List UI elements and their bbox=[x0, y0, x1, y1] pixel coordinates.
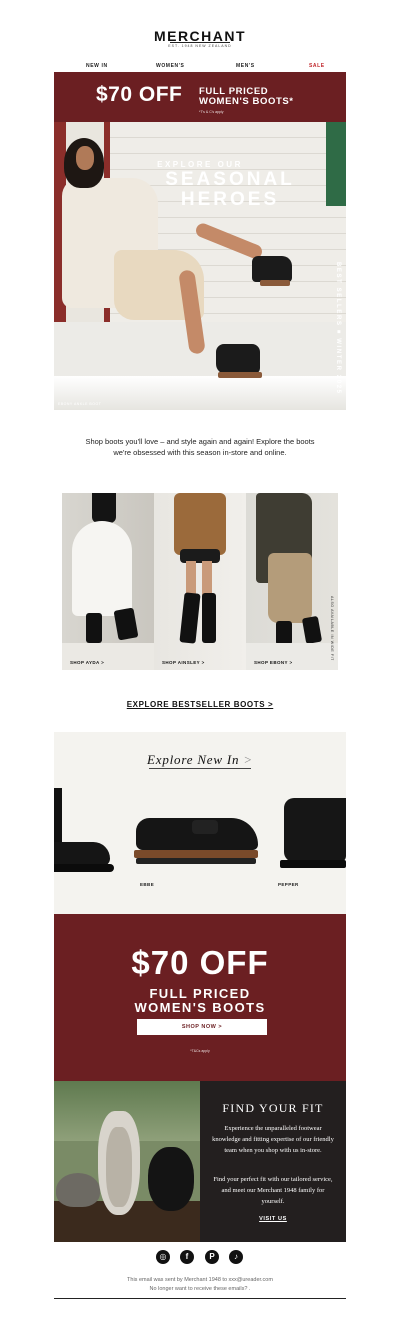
shop-now-button[interactable]: SHOP NOW > bbox=[137, 1019, 267, 1035]
black-ballet-flat bbox=[148, 1147, 194, 1211]
hero-title: SEASONAL HEROES bbox=[114, 170, 346, 210]
offer-amount: $70 OFF bbox=[131, 944, 269, 981]
offer-terms: *T&Cs apply bbox=[190, 1049, 210, 1053]
shoe-insole bbox=[106, 1127, 132, 1207]
model-jacket bbox=[174, 493, 226, 555]
explore-bestseller-link[interactable]: EXPLORE BESTSELLER BOOTS > bbox=[0, 700, 400, 709]
product-label-ebbe[interactable]: EBBE bbox=[140, 882, 154, 887]
hero-vertical-text: BEST SELLERS ■ WINTER 2025 bbox=[331, 262, 343, 402]
offer-line-1: FULL PRICED bbox=[149, 986, 251, 1001]
banner-line-2: WOMEN'S BOOTS* bbox=[199, 96, 294, 107]
product-panel-ayda[interactable]: SHOP AYDA > bbox=[62, 493, 154, 670]
banner-terms: *T's & C's apply bbox=[199, 110, 224, 114]
wide-fit-vertical: ALSO AVAILABLE IN WIDE FIT bbox=[328, 596, 336, 666]
hero-vertical-label: BEST SELLERS ■ WINTER 2025 bbox=[335, 262, 341, 395]
model-leg bbox=[202, 561, 212, 595]
chevron-right-icon[interactable]: > bbox=[243, 752, 253, 767]
footer-unsubscribe[interactable]: No longer want to receive these emails? … bbox=[0, 1286, 400, 1292]
shop-ainsley-link[interactable]: SHOP AINSLEY > bbox=[162, 660, 205, 665]
panel-floor bbox=[246, 643, 338, 670]
offer-line-2: WOMEN'S BOOTS bbox=[134, 1000, 266, 1015]
hero-image[interactable]: EXPLORE OUR SEASONAL HEROES EBONY ANKLE … bbox=[54, 122, 346, 410]
product-panel-ebony[interactable]: SHOP EBONY > bbox=[246, 493, 338, 670]
boot-sole bbox=[54, 864, 114, 872]
boot-body bbox=[54, 842, 110, 866]
banner-amount: $70 OFF bbox=[96, 83, 183, 106]
wide-fit-label: ALSO AVAILABLE IN WIDE FIT bbox=[330, 596, 334, 661]
fit-paragraph-1: Experience the unparalleled footwear kno… bbox=[212, 1125, 334, 1154]
panel-floor bbox=[62, 643, 154, 670]
boot-sole bbox=[260, 280, 290, 286]
boot-sole bbox=[280, 860, 346, 868]
nav-new-in[interactable]: NEW IN bbox=[86, 63, 108, 69]
top-offer-banner[interactable]: $70 OFF FULL PRICED WOMEN'S BOOTS* *T's … bbox=[54, 72, 346, 122]
hero-eyebrow: EXPLORE OUR bbox=[157, 160, 243, 169]
shop-ebony-link[interactable]: SHOP EBONY > bbox=[254, 660, 293, 665]
hero-title-line-2: HEROES bbox=[180, 189, 280, 210]
footer-divider bbox=[54, 1298, 346, 1299]
new-in-underline bbox=[149, 768, 251, 769]
new-in-title-text[interactable]: Explore New In bbox=[147, 752, 239, 767]
loafer-strap bbox=[192, 820, 218, 834]
pinterest-icon[interactable]: P bbox=[205, 1250, 219, 1264]
boot bbox=[86, 613, 102, 643]
model-skirt bbox=[268, 553, 312, 623]
model-leg bbox=[186, 561, 196, 595]
hero-caption: EBONY ANKLE BOOT bbox=[58, 402, 102, 406]
offer-block: $70 OFF FULL PRICED WOMEN'S BOOTS SHOP N… bbox=[54, 914, 346, 1081]
instagram-icon[interactable]: ◎ bbox=[156, 1250, 170, 1264]
boot-sole bbox=[218, 372, 262, 378]
logo-tagline: EST. 1948 NEW ZEALAND bbox=[168, 44, 232, 48]
loafer-tread bbox=[136, 858, 256, 864]
facebook-icon[interactable]: f bbox=[180, 1250, 194, 1264]
nav-sale[interactable]: SALE bbox=[309, 63, 325, 69]
nav-mens[interactable]: MEN'S bbox=[236, 63, 255, 69]
ankle-boot bbox=[216, 344, 260, 374]
hero-title-line-1: SEASONAL bbox=[165, 169, 295, 190]
product-label-pepper[interactable]: PEPPER bbox=[278, 882, 299, 887]
shop-ayda-link[interactable]: SHOP AYDA > bbox=[70, 660, 104, 665]
knee-boot bbox=[202, 593, 216, 643]
fit-title: FIND YOUR FIT bbox=[222, 1101, 324, 1115]
footer-sent-by: This email was sent by Merchant 1948 to … bbox=[127, 1277, 273, 1283]
visit-us-link[interactable]: VISIT US bbox=[200, 1216, 346, 1222]
new-in-title[interactable]: Explore New In > bbox=[54, 752, 346, 768]
model-skirt bbox=[72, 521, 132, 616]
nav-womens[interactable]: WOMEN'S bbox=[156, 63, 184, 69]
find-your-fit-panel: FIND YOUR FIT Experience the unparallele… bbox=[200, 1081, 346, 1242]
store-shoes-image[interactable] bbox=[54, 1081, 200, 1242]
intro-text: Shop boots you'll love – and style again… bbox=[85, 437, 315, 457]
tiktok-icon[interactable]: ♪ bbox=[229, 1250, 243, 1264]
logo-divider bbox=[170, 42, 230, 43]
new-in-section: Explore New In > EBBE PEPPER bbox=[54, 732, 346, 914]
product-panel-ainsley[interactable]: SHOP AINSLEY > bbox=[154, 493, 246, 670]
silver-flat-shoe bbox=[56, 1173, 100, 1207]
loafer-sole bbox=[134, 850, 258, 858]
pepper-boot[interactable] bbox=[284, 798, 346, 862]
model-top bbox=[92, 493, 116, 523]
ankle-boot bbox=[252, 256, 292, 282]
fit-paragraph-2: Find your perfect fit with our tailored … bbox=[213, 1176, 333, 1205]
boot bbox=[276, 621, 292, 645]
